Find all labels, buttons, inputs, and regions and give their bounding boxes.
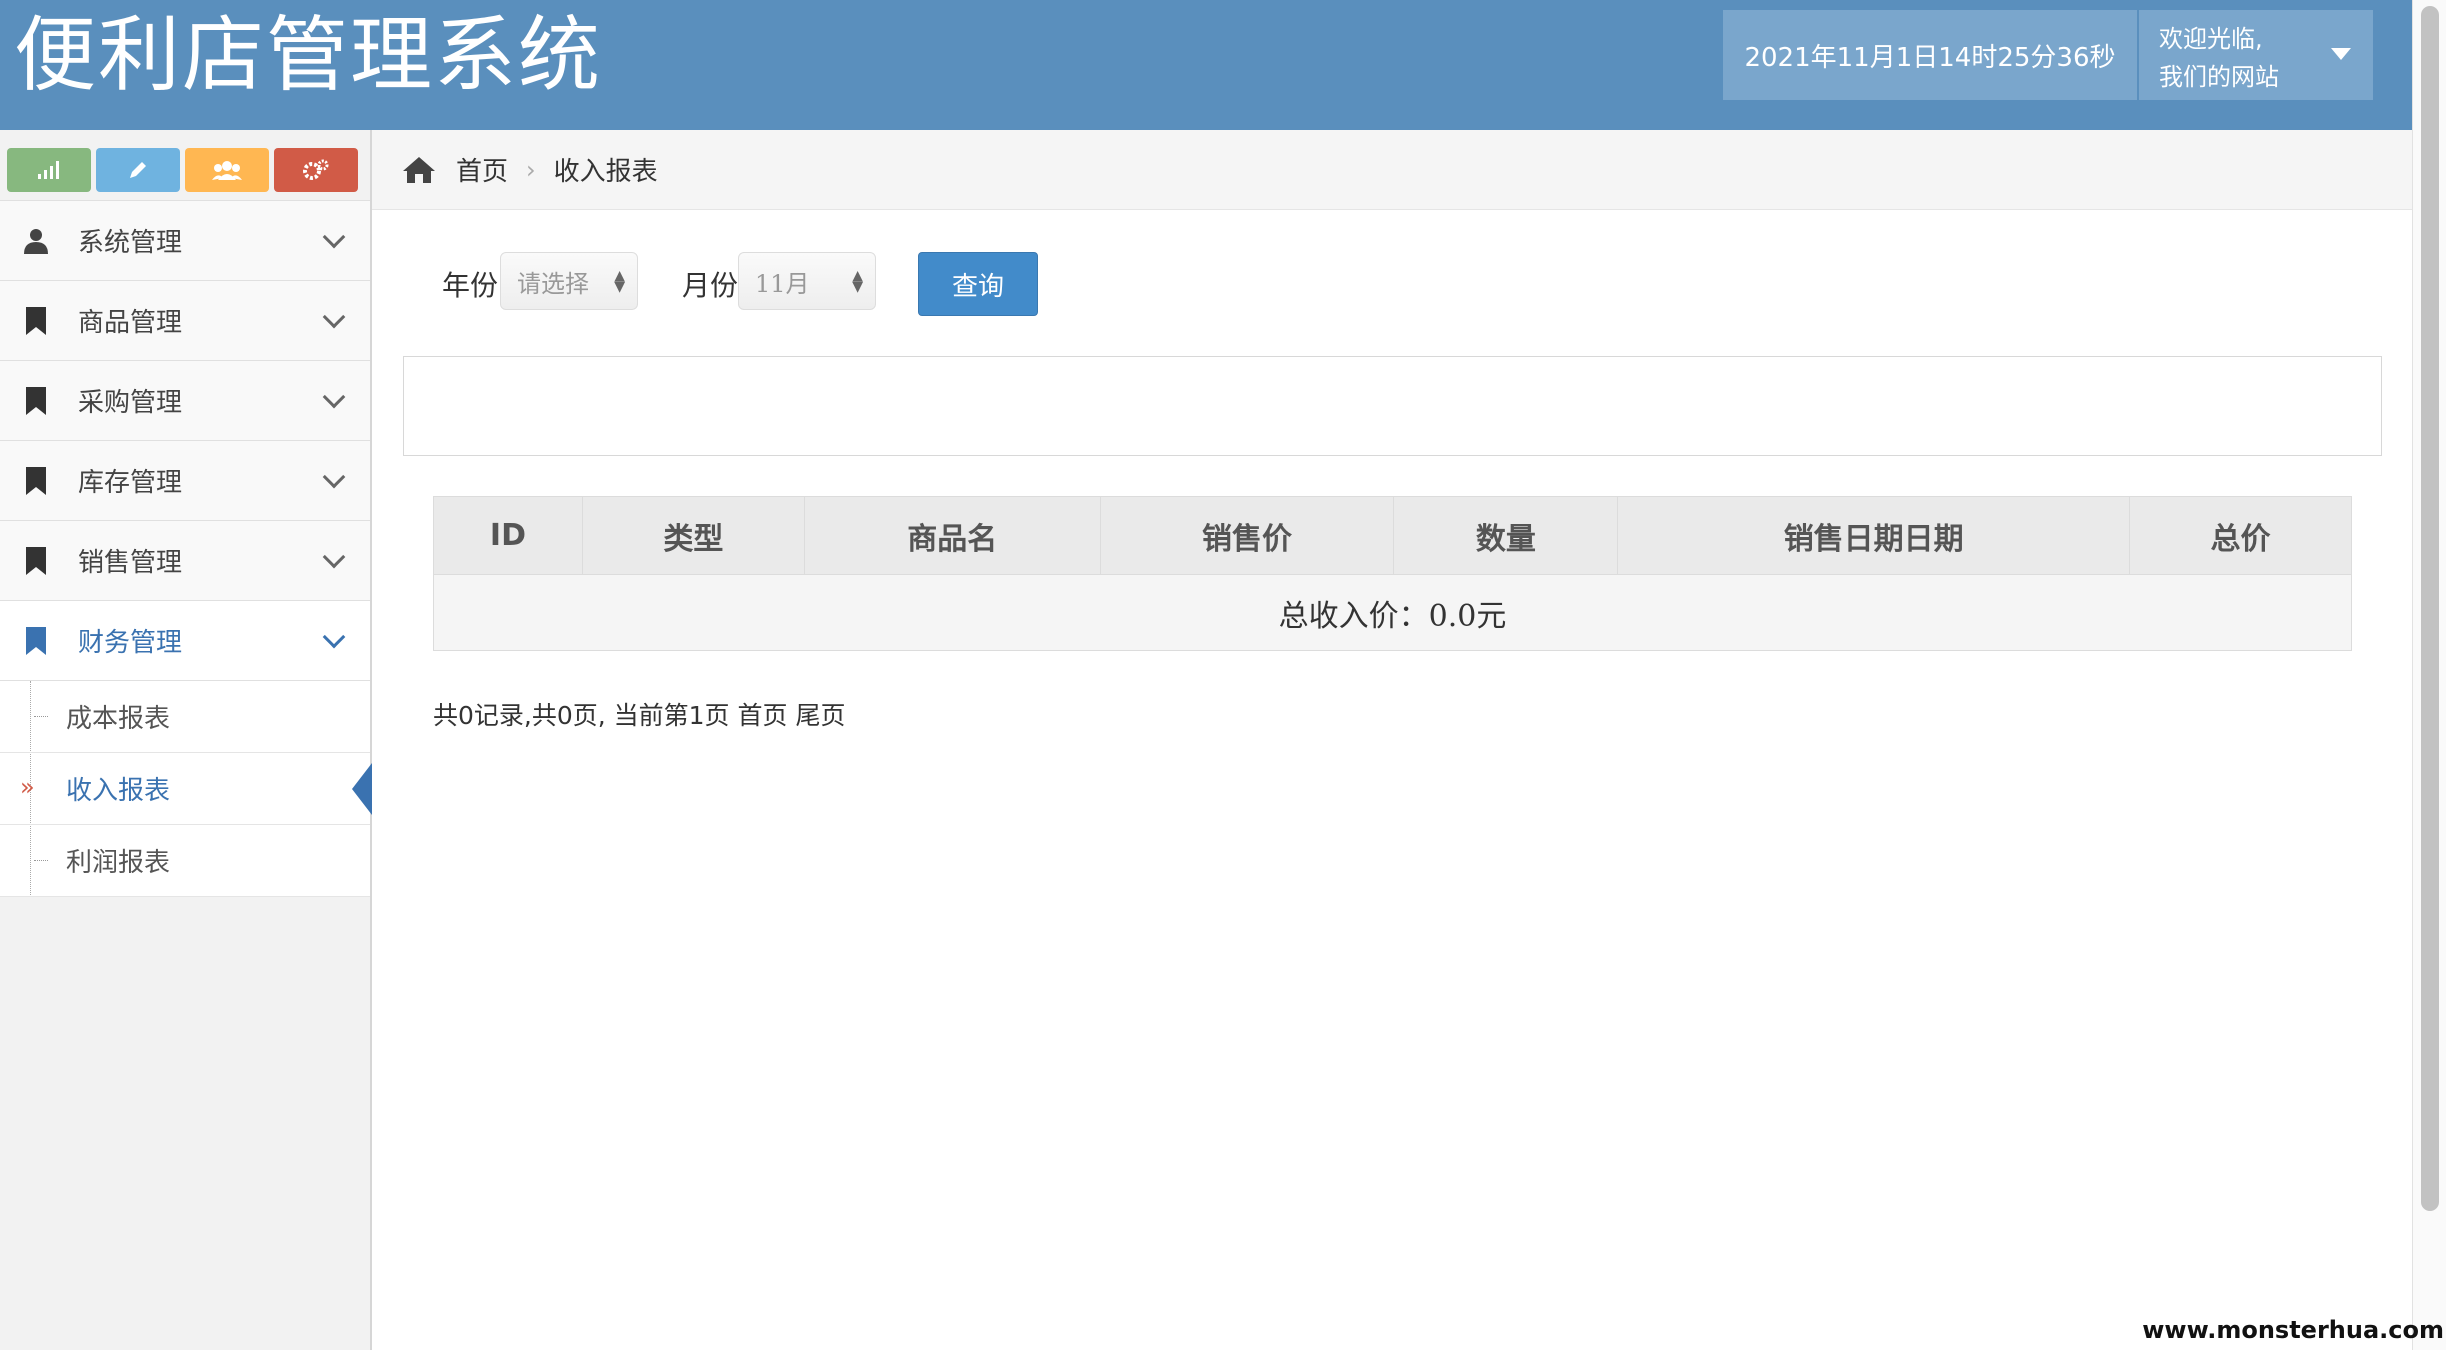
column-header-id: ID <box>433 496 583 575</box>
breadcrumb: 首页 › 收入报表 <box>372 130 2412 210</box>
welcome-line-2: 我们的网站 <box>2159 63 2279 91</box>
chevron-down-icon <box>322 625 346 649</box>
bookmark-icon <box>22 465 50 497</box>
submenu-item-label: 利润报表 <box>66 848 171 878</box>
shortcut-pencil-button[interactable] <box>96 148 180 192</box>
month-select-value: 11月 <box>755 269 810 298</box>
tree-dash <box>34 860 48 861</box>
datetime-display: 2021年11月1日14时25分36秒 <box>1723 10 2137 100</box>
chevron-down-icon <box>322 465 346 489</box>
bookmark-icon <box>22 545 50 577</box>
chevron-down-icon <box>322 545 346 569</box>
sidebar-item-label: 财务管理 <box>78 628 183 658</box>
page-scrollbar[interactable] <box>2412 0 2446 1350</box>
income-table: ID 类型 商品名 销售价 数量 销售日期日期 总价 总收入价：0.0元 <box>433 496 2352 651</box>
chevron-right-icon: › <box>526 155 536 184</box>
column-header-product-name: 商品名 <box>803 496 1101 575</box>
sidebar-item-system[interactable]: 系统管理 <box>0 200 370 280</box>
tree-dash <box>34 716 48 717</box>
column-header-type: 类型 <box>581 496 805 575</box>
shortcut-bar <box>0 130 370 200</box>
signal-icon <box>38 161 59 179</box>
year-select-value: 请选择 <box>517 269 589 298</box>
report-chart-area <box>403 356 2382 456</box>
pagination-info: 共0记录,共0页, 当前第1页 首页 尾页 <box>433 701 846 730</box>
month-select[interactable]: 11月 ▲ ▼ <box>738 252 876 310</box>
pencil-icon <box>130 162 146 178</box>
column-header-total: 总价 <box>2129 496 2352 575</box>
submenu-item-income-report[interactable]: » 收入报表 <box>0 753 372 825</box>
chevron-down-icon <box>322 385 346 409</box>
submenu-item-profit-report[interactable]: 利润报表 <box>0 825 370 897</box>
column-header-sale-price: 销售价 <box>1099 496 1395 575</box>
submenu-item-label: 成本报表 <box>66 704 171 734</box>
sidebar-item-inventory[interactable]: 库存管理 <box>0 440 370 520</box>
sidebar-item-finance[interactable]: 财务管理 <box>0 600 370 680</box>
home-icon[interactable] <box>402 155 436 185</box>
app-title: 便利店管理系统 <box>14 8 603 103</box>
active-pointer-icon <box>352 763 372 815</box>
submenu-item-label: 收入报表 <box>66 776 171 806</box>
sidebar-item-goods[interactable]: 商品管理 <box>0 280 370 360</box>
sidebar-item-label: 销售管理 <box>78 548 183 578</box>
shortcut-cogs-button[interactable] <box>274 148 358 192</box>
sidebar-item-label: 采购管理 <box>78 388 183 418</box>
finance-submenu: 成本报表 » 收入报表 利润报表 <box>0 680 372 897</box>
bookmark-icon <box>22 305 50 337</box>
table-row: 总收入价：0.0元 <box>433 574 2352 651</box>
breadcrumb-home-link[interactable]: 首页 <box>456 151 508 188</box>
user-icon <box>22 225 50 257</box>
month-label: 月份 <box>682 269 739 302</box>
top-header: 便利店管理系统 2021年11月1日14时25分36秒 欢迎光临, 我们的网站 <box>0 0 2412 130</box>
year-label: 年份 <box>442 269 499 302</box>
sidebar-item-label: 系统管理 <box>78 228 183 258</box>
column-header-sale-date: 销售日期日期 <box>1617 496 2131 575</box>
bookmark-icon <box>22 625 50 657</box>
shortcut-signal-button[interactable] <box>7 148 91 192</box>
column-header-quantity: 数量 <box>1393 496 1619 575</box>
sidebar-item-sales[interactable]: 销售管理 <box>0 520 370 600</box>
double-chevron-right-icon: » <box>20 773 35 801</box>
app-root: 便利店管理系统 2021年11月1日14时25分36秒 欢迎光临, 我们的网站 <box>0 0 2446 1350</box>
cogs-icon <box>303 159 329 180</box>
watermark-text: www.monsterhua.com <box>2142 1316 2444 1344</box>
sidebar-item-label: 库存管理 <box>78 468 183 498</box>
caret-down-icon <box>2331 48 2351 60</box>
submenu-item-cost-report[interactable]: 成本报表 <box>0 681 370 753</box>
table-header-row: ID 类型 商品名 销售价 数量 销售日期日期 总价 <box>433 496 2352 575</box>
shortcut-users-button[interactable] <box>185 148 269 192</box>
chevron-down-icon <box>322 305 346 329</box>
sidebar: 系统管理 商品管理 采购管理 库存管理 销售管理 财务管理 成本报表 » 收入报… <box>0 130 372 1350</box>
chevron-down-icon <box>322 225 346 249</box>
user-menu[interactable]: 欢迎光临, 我们的网站 <box>2139 10 2373 100</box>
query-button[interactable]: 查询 <box>918 252 1038 316</box>
bookmark-icon <box>22 385 50 417</box>
select-arrows-icon: ▲ ▼ <box>852 268 863 295</box>
sidebar-item-purchase[interactable]: 采购管理 <box>0 360 370 440</box>
select-arrows-icon: ▲ ▼ <box>614 268 625 295</box>
scrollbar-thumb[interactable] <box>2421 6 2439 1211</box>
breadcrumb-current: 收入报表 <box>553 157 658 187</box>
users-icon <box>212 161 242 180</box>
year-select[interactable]: 请选择 ▲ ▼ <box>500 252 638 310</box>
sidebar-item-label: 商品管理 <box>78 308 183 338</box>
total-income-cell: 总收入价：0.0元 <box>433 574 2352 651</box>
